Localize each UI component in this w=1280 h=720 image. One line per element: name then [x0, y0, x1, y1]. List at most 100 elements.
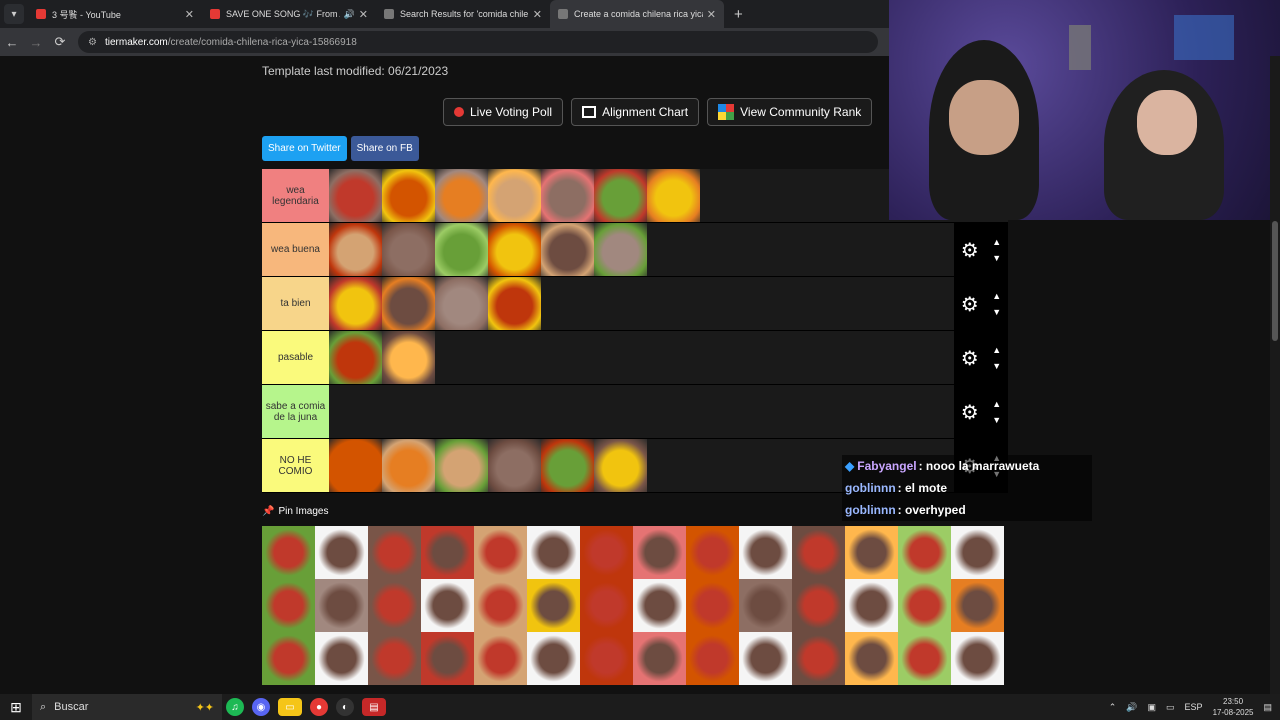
food-image[interactable] — [435, 277, 488, 330]
food-image[interactable] — [488, 223, 541, 276]
food-image[interactable] — [329, 169, 382, 222]
speaker-icon[interactable]: 🔊 — [344, 9, 355, 20]
windows-start-icon[interactable]: ⊞ — [0, 694, 32, 720]
chevron-up-icon[interactable]: ▲ — [992, 234, 1001, 250]
food-image[interactable] — [527, 526, 580, 579]
food-image[interactable] — [633, 579, 686, 632]
tier-label[interactable]: wea buena — [262, 223, 329, 276]
food-image[interactable] — [541, 439, 594, 492]
food-image[interactable] — [262, 526, 315, 579]
chevron-up-icon[interactable]: ⌃ — [1109, 702, 1117, 713]
food-image[interactable] — [435, 439, 488, 492]
food-image[interactable] — [474, 579, 527, 632]
food-image[interactable] — [368, 526, 421, 579]
food-image[interactable] — [792, 632, 845, 685]
tab-search-results[interactable]: Search Results for 'comida chile ✕ — [376, 0, 550, 28]
food-image[interactable] — [382, 439, 435, 492]
tier-label[interactable]: wea legendaria — [262, 169, 329, 222]
food-image[interactable] — [421, 526, 474, 579]
food-image[interactable] — [898, 632, 951, 685]
food-image[interactable] — [315, 632, 368, 685]
tier-label[interactable]: ta bien — [262, 277, 329, 330]
food-image[interactable] — [739, 579, 792, 632]
food-image[interactable] — [594, 439, 647, 492]
chevron-down-icon[interactable]: ▼ — [992, 358, 1001, 374]
food-image[interactable] — [739, 526, 792, 579]
food-image[interactable] — [488, 277, 541, 330]
close-tab-icon[interactable]: ✕ — [185, 8, 194, 21]
food-image[interactable] — [527, 632, 580, 685]
close-tab-icon[interactable]: ✕ — [359, 8, 368, 21]
obs-icon[interactable]: ◐ — [336, 698, 354, 716]
url-field[interactable]: ⚙ tiermaker.com/create/comida-chilena-ri… — [78, 31, 878, 53]
gear-icon[interactable]: ⚙ — [961, 346, 979, 371]
food-image[interactable] — [421, 632, 474, 685]
food-image[interactable] — [329, 223, 382, 276]
chrome-icon[interactable]: ● — [310, 698, 328, 716]
page-scrollbar[interactable] — [1270, 56, 1280, 694]
clock[interactable]: 23:50 17-08-2025 — [1213, 696, 1254, 718]
speaker-icon[interactable]: 🔊 — [1126, 702, 1137, 713]
food-image[interactable] — [527, 579, 580, 632]
food-image[interactable] — [633, 526, 686, 579]
food-image[interactable] — [435, 169, 488, 222]
food-image[interactable] — [898, 579, 951, 632]
food-image[interactable] — [594, 169, 647, 222]
food-image[interactable] — [951, 526, 1004, 579]
notification-icon[interactable]: ▤ — [1263, 702, 1272, 713]
chevron-up-icon[interactable]: ▲ — [992, 288, 1001, 304]
food-image[interactable] — [262, 632, 315, 685]
food-image[interactable] — [686, 632, 739, 685]
tab-youtube[interactable]: 3 号䭆 - YouTube ✕ — [28, 0, 202, 28]
app-icon[interactable]: ▤ — [362, 698, 386, 716]
food-image[interactable] — [368, 632, 421, 685]
food-image[interactable] — [845, 526, 898, 579]
food-image[interactable] — [329, 439, 382, 492]
food-image[interactable] — [898, 526, 951, 579]
pin-images-row[interactable]: 📌 Pin Images — [262, 506, 328, 517]
alignment-chart-button[interactable]: Alignment Chart — [571, 98, 700, 126]
food-image[interactable] — [421, 579, 474, 632]
new-tab-icon[interactable]: + — [734, 6, 743, 23]
site-info-icon[interactable]: ⚙ — [88, 37, 97, 48]
food-image[interactable] — [686, 579, 739, 632]
food-image[interactable] — [329, 331, 382, 384]
food-image[interactable] — [368, 579, 421, 632]
language-indicator[interactable]: ESP — [1185, 702, 1203, 712]
food-image[interactable] — [541, 223, 594, 276]
close-tab-icon[interactable]: ✕ — [533, 8, 542, 21]
chevron-down-icon[interactable]: ▼ — [992, 304, 1001, 320]
chevron-down-icon[interactable]: ▼ — [992, 250, 1001, 266]
chevron-down-icon[interactable]: ▼ — [992, 412, 1001, 428]
scrollbar-thumb[interactable] — [1272, 221, 1278, 341]
gear-icon[interactable]: ⚙ — [961, 400, 979, 425]
food-image[interactable] — [382, 169, 435, 222]
tier-label[interactable]: sabe a comia de la juna — [262, 385, 329, 438]
back-icon[interactable]: ← — [0, 35, 24, 50]
food-image[interactable] — [488, 169, 541, 222]
discord-icon[interactable]: ◉ — [252, 698, 270, 716]
food-image[interactable] — [541, 169, 594, 222]
forward-icon[interactable]: → — [24, 35, 48, 50]
food-image[interactable] — [792, 579, 845, 632]
chevron-up-icon[interactable]: ▲ — [992, 342, 1001, 358]
share-facebook-button[interactable]: Share on FB — [350, 136, 419, 161]
food-image[interactable] — [686, 526, 739, 579]
chevron-up-icon[interactable]: ▲ — [992, 396, 1001, 412]
food-image[interactable] — [633, 632, 686, 685]
food-image[interactable] — [329, 277, 382, 330]
food-image[interactable] — [488, 439, 541, 492]
food-image[interactable] — [647, 169, 700, 222]
battery-icon[interactable]: ▭ — [1166, 702, 1175, 713]
taskbar-search[interactable]: ⌕ Buscar ✦✦ — [32, 694, 222, 720]
food-image[interactable] — [580, 526, 633, 579]
food-image[interactable] — [474, 632, 527, 685]
spotify-icon[interactable]: ♫ — [226, 698, 244, 716]
tier-label[interactable]: NO HE COMIO — [262, 439, 329, 492]
food-image[interactable] — [315, 579, 368, 632]
network-icon[interactable]: ▣ — [1148, 702, 1157, 713]
tab-save-one-song[interactable]: SAVE ONE SONG 🎶 From A to 🔊 ✕ — [202, 0, 376, 28]
live-voting-poll-button[interactable]: Live Voting Poll — [443, 98, 564, 126]
share-twitter-button[interactable]: Share on Twitter — [262, 136, 347, 161]
gear-icon[interactable]: ⚙ — [961, 238, 979, 263]
